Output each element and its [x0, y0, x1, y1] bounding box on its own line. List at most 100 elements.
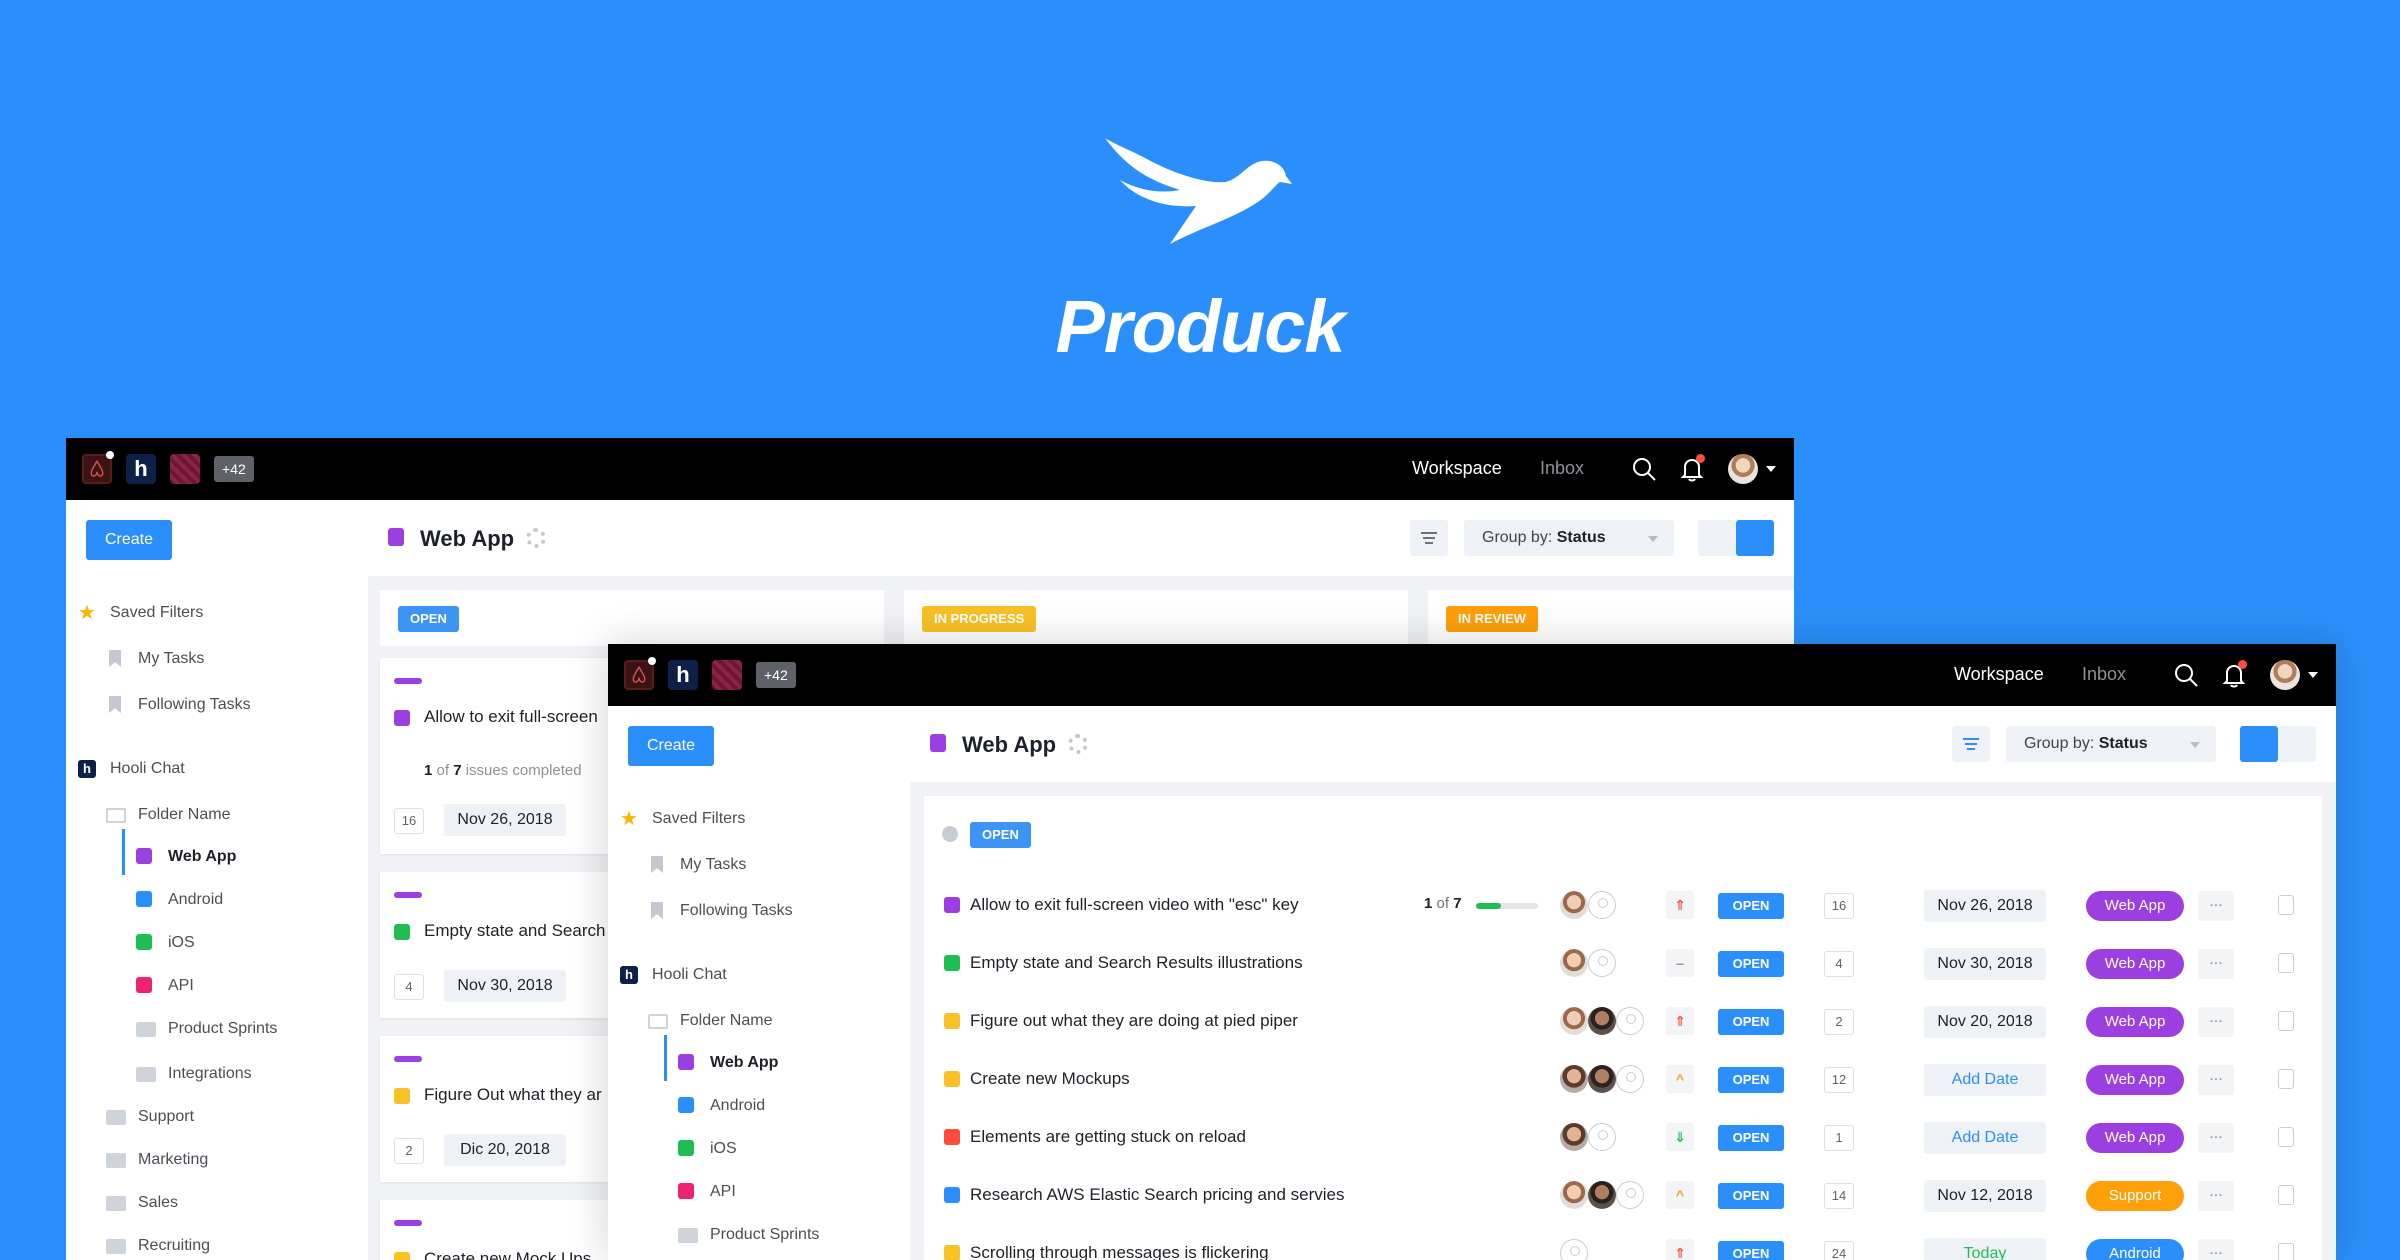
priority-lowest-icon[interactable]: ⇓ [1666, 1123, 1694, 1151]
more-button[interactable]: ... [2198, 1239, 2234, 1260]
filter-button[interactable] [1952, 726, 1990, 762]
priority-none-icon[interactable]: – [1666, 949, 1694, 977]
add-assignee-icon[interactable] [1588, 1123, 1616, 1151]
collapse-icon[interactable] [942, 826, 958, 842]
status-badge[interactable]: OPEN [1718, 893, 1784, 919]
avatar[interactable] [1560, 891, 1588, 919]
clipboard-icon[interactable] [2278, 1069, 2294, 1089]
table-row[interactable]: Elements are getting stuck on reload ⇓ O… [924, 1108, 2322, 1166]
more-workspaces-badge[interactable]: +42 [214, 456, 254, 482]
add-assignee-icon[interactable] [1616, 1181, 1644, 1209]
bell-badge [1696, 454, 1705, 463]
status-badge[interactable]: OPEN [1718, 951, 1784, 977]
list-view-window: h +42 Workspace Inbox Create ★ Saved Filt… [608, 644, 2336, 1260]
due-date[interactable]: Dic 20, 2018 [444, 1134, 566, 1166]
task-type-icon [394, 710, 410, 726]
project-tag[interactable]: Android [2086, 1239, 2184, 1260]
avatar[interactable] [1588, 1007, 1616, 1035]
more-button[interactable]: ... [2198, 1065, 2234, 1095]
nav-workspace[interactable]: Workspace [1954, 664, 2044, 685]
clipboard-icon[interactable] [2278, 895, 2294, 915]
board-view-button[interactable] [1736, 520, 1774, 556]
search-icon[interactable] [1630, 455, 1658, 483]
priority-highest-icon[interactable]: ⇑ [1666, 1007, 1694, 1035]
avatar[interactable] [1560, 1065, 1588, 1093]
list-view-button[interactable] [1698, 520, 1736, 556]
clipboard-icon[interactable] [2278, 1127, 2294, 1147]
chevron-down-icon[interactable] [1766, 466, 1776, 472]
more-button[interactable]: ... [2198, 1123, 2234, 1153]
project-tag[interactable]: Support [2086, 1181, 2184, 1211]
more-button[interactable]: ... [2198, 1007, 2234, 1037]
avatar[interactable] [1588, 1181, 1616, 1209]
add-date-button[interactable]: Add Date [1924, 1122, 2046, 1154]
project-tag[interactable]: Web App [2086, 1007, 2184, 1037]
group-by-select[interactable]: Group by: Status [2006, 726, 2216, 762]
status-badge[interactable]: OPEN [1718, 1241, 1784, 1260]
user-avatar[interactable] [2270, 660, 2300, 690]
filter-button[interactable] [1410, 520, 1448, 556]
priority-highest-icon[interactable]: ⇑ [1666, 1239, 1694, 1260]
table-row[interactable]: Research AWS Elastic Search pricing and … [924, 1166, 2322, 1224]
priority-highest-icon[interactable]: ⇑ [1666, 891, 1694, 919]
due-date[interactable]: Nov 30, 2018 [444, 970, 566, 1002]
create-button[interactable]: Create [628, 726, 714, 766]
clipboard-icon[interactable] [2278, 1011, 2294, 1031]
search-icon[interactable] [2172, 661, 2200, 689]
nav-inbox[interactable]: Inbox [2082, 664, 2126, 685]
table-row[interactable]: Figure out what they are doing at pied p… [924, 992, 2322, 1050]
clipboard-icon[interactable] [2278, 953, 2294, 973]
clipboard-icon[interactable] [2278, 1243, 2294, 1260]
due-date[interactable]: Today [1924, 1238, 2046, 1260]
due-date[interactable]: Nov 26, 2018 [1924, 890, 2046, 922]
table-row[interactable]: Allow to exit full-screen video with "es… [924, 876, 2322, 934]
user-avatar[interactable] [1728, 454, 1758, 484]
avatar[interactable] [1588, 1065, 1616, 1093]
nav-workspace[interactable]: Workspace [1412, 458, 1502, 479]
project-tag[interactable]: Web App [2086, 1065, 2184, 1095]
project-tag[interactable]: Web App [2086, 949, 2184, 979]
hooli-workspace-icon[interactable]: h [668, 660, 698, 690]
table-row[interactable]: Empty state and Search Results illustrat… [924, 934, 2322, 992]
gear-icon[interactable] [526, 528, 546, 548]
chevron-down-icon[interactable] [2308, 672, 2318, 678]
table-row[interactable]: Create new Mockups ^ OPEN 12 Add Date We… [924, 1050, 2322, 1108]
add-assignee-icon[interactable] [1588, 949, 1616, 977]
list-view-button[interactable] [2240, 726, 2278, 762]
avatar[interactable] [1560, 1181, 1588, 1209]
board-view-button[interactable] [2278, 726, 2316, 762]
due-date[interactable]: Nov 20, 2018 [1924, 1006, 2046, 1038]
add-date-button[interactable]: Add Date [1924, 1064, 2046, 1096]
avatar[interactable] [1560, 949, 1588, 977]
more-workspaces-badge[interactable]: +42 [756, 662, 796, 688]
priority-high-icon[interactable]: ^ [1666, 1181, 1694, 1209]
due-date[interactable]: Nov 26, 2018 [444, 804, 566, 836]
dribbble-workspace-icon[interactable] [170, 454, 200, 484]
add-assignee-icon[interactable] [1616, 1065, 1644, 1093]
gear-icon[interactable] [1068, 734, 1088, 754]
project-tag[interactable]: Web App [2086, 1123, 2184, 1153]
priority-high-icon[interactable]: ^ [1666, 1065, 1694, 1093]
project-tag[interactable]: Web App [2086, 891, 2184, 921]
nav-inbox[interactable]: Inbox [1540, 458, 1584, 479]
group-by-select[interactable]: Group by: Status [1464, 520, 1674, 556]
add-assignee-icon[interactable] [1616, 1007, 1644, 1035]
more-button[interactable]: ... [2198, 949, 2234, 979]
create-button[interactable]: Create [86, 520, 172, 560]
status-badge[interactable]: OPEN [1718, 1067, 1784, 1093]
more-button[interactable]: ... [2198, 1181, 2234, 1211]
dribbble-workspace-icon[interactable] [712, 660, 742, 690]
table-row[interactable]: Scrolling through messages is flickering… [924, 1224, 2322, 1260]
avatar[interactable] [1560, 1007, 1588, 1035]
clipboard-icon[interactable] [2278, 1185, 2294, 1205]
status-badge[interactable]: OPEN [1718, 1125, 1784, 1151]
due-date[interactable]: Nov 30, 2018 [1924, 948, 2046, 980]
hooli-workspace-icon[interactable]: h [126, 454, 156, 484]
avatar[interactable] [1560, 1123, 1588, 1151]
add-assignee-icon[interactable] [1588, 891, 1616, 919]
more-button[interactable]: ... [2198, 891, 2234, 921]
due-date[interactable]: Nov 12, 2018 [1924, 1180, 2046, 1212]
status-badge[interactable]: OPEN [1718, 1183, 1784, 1209]
add-assignee-icon[interactable] [1560, 1239, 1588, 1260]
status-badge[interactable]: OPEN [1718, 1009, 1784, 1035]
